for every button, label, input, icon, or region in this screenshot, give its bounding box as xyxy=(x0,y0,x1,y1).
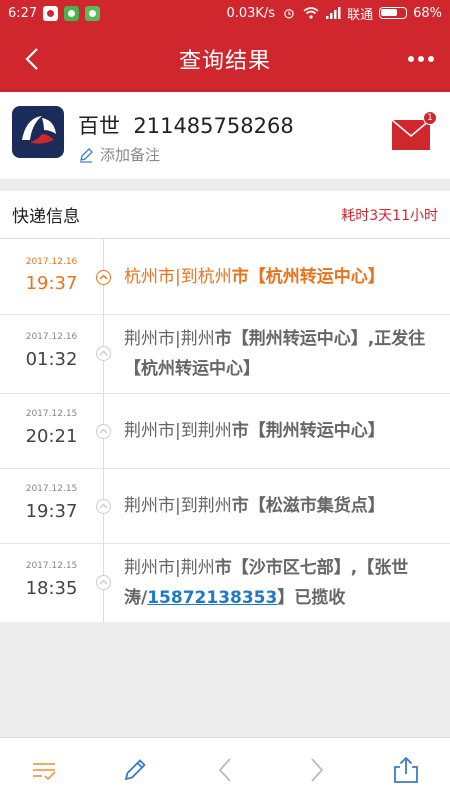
battery-icon xyxy=(379,7,408,19)
event-date: 2017.12.15 xyxy=(25,409,78,419)
section-header: 快递信息 耗时3天11小时 xyxy=(0,191,450,239)
mail-badge: 1 xyxy=(423,111,437,125)
duration-label: 耗时3天11小时 xyxy=(341,207,438,224)
timeline-event: 2017.12.15 18:35 荆州市|荆州市【沙市区七部】,【张世涛/158… xyxy=(0,544,450,622)
event-time: 20:21 xyxy=(25,426,78,447)
qq-notification-icon xyxy=(43,5,59,21)
page-title: 查询结果 xyxy=(178,49,271,74)
event-city: 荆州市|到荆州 xyxy=(124,496,232,516)
message-button[interactable]: 1 xyxy=(391,111,437,150)
event-city: 杭州市|到杭州 xyxy=(124,267,232,287)
timeline-event: 2017.12.16 19:37 杭州市|到杭州市【杭州转运中心】 xyxy=(0,239,450,315)
event-description: 杭州市|到杭州市【杭州转运中心】 xyxy=(124,262,436,292)
event-city-suffix: 市 xyxy=(231,496,249,516)
event-text: 【荆州转运中心】 xyxy=(248,421,385,441)
event-time: 01:32 xyxy=(25,349,78,370)
timeline-dot-icon xyxy=(96,424,111,439)
event-description: 荆州市|荆州市【沙市区七部】,【张世涛/15872138353】已揽收 xyxy=(124,553,436,613)
event-description: 荆州市|到荆州市【松滋市集货点】 xyxy=(124,491,436,521)
event-city: 荆州市|荆州 xyxy=(124,558,215,578)
carrier-name: 联通 xyxy=(347,7,374,23)
timeline-dot-icon xyxy=(96,346,111,361)
event-city-suffix: 市 xyxy=(231,421,249,441)
event-text-end: 】已揽收 xyxy=(277,588,346,608)
event-date: 2017.12.15 xyxy=(25,561,78,571)
app-notification-icon-2 xyxy=(85,5,101,21)
add-note-button[interactable]: 添加备注 xyxy=(78,144,160,165)
battery-level: 68% xyxy=(413,5,442,21)
net-speed: 0.03K/s xyxy=(226,5,276,21)
event-date: 2017.12.15 xyxy=(25,484,78,494)
next-icon[interactable] xyxy=(302,756,330,784)
event-date: 2017.12.16 xyxy=(25,332,78,342)
event-time: 18:35 xyxy=(25,578,78,599)
event-city-suffix: 市 xyxy=(214,558,232,578)
timeline-dot-icon xyxy=(96,499,111,514)
add-note-label: 添加备注 xyxy=(100,146,161,164)
app-bar: 查询结果 xyxy=(0,26,450,92)
timeline-dot-icon xyxy=(96,270,111,285)
event-description: 荆州市|荆州市【荆州转运中心】,正发往【杭州转运中心】 xyxy=(124,324,436,384)
event-city: 荆州市|荆州 xyxy=(124,329,215,349)
signal-icon xyxy=(326,7,341,19)
app-notification-icon xyxy=(64,5,80,21)
share-icon[interactable] xyxy=(392,756,420,784)
timeline-event: 2017.12.16 01:32 荆州市|荆州市【荆州转运中心】,正发往【杭州转… xyxy=(0,315,450,394)
carrier-card: 百世 211485758268 添加备注 1 xyxy=(0,92,450,179)
carrier-logo xyxy=(12,106,64,158)
event-city-suffix: 市 xyxy=(214,329,232,349)
event-description: 荆州市|到荆州市【荆州转运中心】 xyxy=(124,416,436,446)
more-dots-icon[interactable] xyxy=(408,56,434,62)
timeline-event: 2017.12.15 19:37 荆州市|到荆州市【松滋市集货点】 xyxy=(0,469,450,544)
chevron-left-icon[interactable] xyxy=(18,44,48,74)
checklist-icon[interactable] xyxy=(30,756,58,784)
event-text: 【杭州转运中心】 xyxy=(248,267,385,287)
timeline-dot-icon xyxy=(96,575,111,590)
event-date: 2017.12.16 xyxy=(25,257,78,267)
event-city-suffix: 市 xyxy=(231,267,249,287)
edit-icon xyxy=(80,147,93,163)
event-time: 19:37 xyxy=(25,273,78,294)
tracking-timeline: 2017.12.16 19:37 杭州市|到杭州市【杭州转运中心】 2017.1… xyxy=(0,239,450,622)
edit-pen-icon[interactable] xyxy=(121,756,149,784)
alarm-icon xyxy=(284,9,294,19)
status-bar: 6:27 0.03K/s 联通 68% xyxy=(0,0,450,26)
bottom-toolbar xyxy=(0,737,450,800)
wifi-icon xyxy=(303,7,319,19)
event-city: 荆州市|到荆州 xyxy=(124,421,232,441)
status-time: 6:27 xyxy=(8,5,38,21)
event-text: 【松滋市集货点】 xyxy=(248,496,385,516)
courier-phone-link[interactable]: 15872138353 xyxy=(147,588,277,608)
tracking-number: 211485758268 xyxy=(133,114,294,138)
carrier-name-line: 百世 211485758268 xyxy=(78,110,294,140)
carrier-name: 百世 xyxy=(78,114,120,138)
section-label: 快递信息 xyxy=(12,207,80,227)
timeline-event: 2017.12.15 20:21 荆州市|到荆州市【荆州转运中心】 xyxy=(0,394,450,469)
prev-icon[interactable] xyxy=(212,756,240,784)
event-time: 19:37 xyxy=(25,501,78,522)
